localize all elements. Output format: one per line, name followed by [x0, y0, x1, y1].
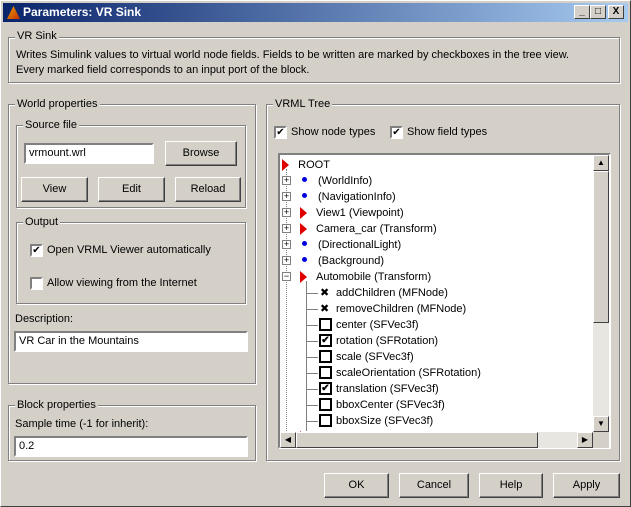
vrml-tree-label: VRML Tree [273, 98, 333, 110]
field-item[interactable]: ✖ addChildren (MFNode) [306, 285, 606, 301]
expand-icon[interactable]: + [282, 192, 291, 201]
cancel-button[interactable]: Cancel [399, 473, 469, 498]
node-triangle-icon [282, 159, 289, 172]
browse-button[interactable]: Browse [165, 141, 237, 166]
block-properties-label: Block properties [15, 399, 98, 411]
field-item[interactable]: bboxSize (SFVec3f) [306, 413, 606, 429]
field-label: rotation (SFRotation) [336, 335, 439, 347]
field-label: translation (SFVec3f) [336, 383, 439, 395]
field-checkbox[interactable] [319, 414, 332, 427]
close-button[interactable]: X [608, 5, 624, 19]
vrml-tree-view[interactable]: ROOT + (WorldInfo) + (NavigationInfo) + View1… [278, 153, 611, 449]
node-triangle-icon [300, 271, 307, 283]
maximize-button[interactable]: □ [590, 5, 606, 19]
open-viewer-checkbox[interactable]: ✔ [30, 244, 43, 257]
scroll-left-button[interactable]: ◀ [280, 432, 296, 448]
field-item[interactable]: scaleOrientation (SFRotation) [306, 365, 606, 381]
show-node-types-label: Show node types [291, 126, 376, 138]
field-label: bboxSize (SFVec3f) [336, 415, 434, 427]
description-label: Description: [15, 313, 74, 325]
open-viewer-label: Open VRML Viewer automatically [47, 244, 211, 256]
minimize-button[interactable]: _ [574, 5, 590, 19]
node-label: (WorldInfo) [318, 175, 373, 187]
show-field-types-checkbox[interactable]: ✔ [390, 126, 403, 139]
field-item[interactable]: ✖ removeChildren (MFNode) [306, 301, 606, 317]
field-label: center (SFVec3f) [336, 319, 419, 331]
node-label: View1 (Viewpoint) [316, 207, 404, 219]
node-dot-icon [302, 177, 307, 182]
source-file-label: Source file [23, 119, 79, 131]
field-checkbox[interactable]: ✔ [319, 334, 332, 347]
scroll-right-button[interactable]: ▶ [577, 432, 593, 448]
scroll-up-button[interactable]: ▲ [593, 155, 609, 171]
allow-internet-checkbox[interactable] [30, 277, 43, 290]
field-checkbox[interactable] [319, 350, 332, 363]
expand-icon[interactable]: + [282, 224, 291, 233]
node-label: (NavigationInfo) [318, 191, 396, 203]
field-label: scaleOrientation (SFRotation) [336, 367, 481, 379]
matlab-logo-icon [7, 6, 20, 19]
expand-icon[interactable]: + [282, 208, 291, 217]
root-label: ROOT [298, 159, 330, 171]
node-dot-icon [302, 257, 307, 262]
field-item[interactable]: center (SFVec3f) [306, 317, 606, 333]
node-dot-icon [302, 241, 307, 246]
field-checkbox[interactable]: ✔ [319, 382, 332, 395]
ok-button[interactable]: OK [324, 473, 389, 498]
edit-button[interactable]: Edit [98, 177, 165, 202]
vr-sink-group: VR Sink Writes Simulink values to virtua… [8, 30, 620, 83]
field-checkbox[interactable] [319, 318, 332, 331]
node-label: Camera_car (Transform) [316, 223, 437, 235]
node-label: (Background) [318, 255, 385, 267]
node-label: (DirectionalLight) [318, 239, 402, 251]
node-triangle-icon [300, 223, 307, 235]
source-file-input[interactable]: vrmount.wrl [24, 143, 154, 164]
expand-icon[interactable]: + [282, 256, 291, 265]
field-item[interactable]: scale (SFVec3f) [306, 349, 606, 365]
apply-button[interactable]: Apply [553, 473, 620, 498]
field-readonly-x-icon: ✖ [320, 287, 330, 299]
field-label: scale (SFVec3f) [336, 351, 414, 363]
reload-button[interactable]: Reload [175, 177, 241, 202]
world-properties-label: World properties [15, 98, 100, 110]
sample-time-label: Sample time (-1 for inherit): [15, 418, 149, 430]
horizontal-scroll-thumb[interactable] [296, 432, 538, 448]
show-field-types-label: Show field types [407, 126, 488, 138]
vr-sink-description: Writes Simulink values to virtual world … [16, 49, 570, 76]
help-button[interactable]: Help [479, 473, 543, 498]
show-node-types-checkbox[interactable]: ✔ [274, 126, 287, 139]
sample-time-input[interactable]: 0.2 [14, 436, 248, 457]
node-triangle-icon [300, 207, 307, 219]
expand-icon[interactable]: + [282, 176, 291, 185]
collapse-icon[interactable]: − [282, 272, 291, 281]
field-item[interactable]: ✔ translation (SFVec3f) [306, 381, 606, 397]
expand-icon[interactable]: + [282, 240, 291, 249]
field-readonly-x-icon: ✖ [320, 303, 330, 315]
output-group: Output [16, 216, 246, 304]
vr-sink-label: VR Sink [15, 30, 59, 42]
node-label: Automobile (Transform) [316, 271, 432, 283]
output-label: Output [23, 216, 61, 228]
node-dot-icon [302, 193, 307, 198]
view-button[interactable]: View [21, 177, 88, 202]
field-item[interactable]: ✔ rotation (SFRotation) [306, 333, 606, 349]
field-checkbox[interactable] [319, 366, 332, 379]
field-checkbox[interactable] [319, 398, 332, 411]
allow-internet-label: Allow viewing from the Internet [47, 277, 197, 289]
description-input[interactable]: VR Car in the Mountains [14, 331, 248, 352]
tree-root[interactable]: ROOT [282, 157, 330, 173]
field-item[interactable]: bboxCenter (SFVec3f) [306, 397, 606, 413]
field-label: removeChildren (MFNode) [336, 303, 467, 315]
field-label: bboxCenter (SFVec3f) [336, 399, 445, 411]
scroll-down-button[interactable]: ▼ [593, 416, 609, 432]
title-bar: Parameters: VR Sink [3, 3, 628, 22]
window-title: Parameters: VR Sink [23, 5, 142, 19]
field-label: addChildren (MFNode) [336, 287, 448, 299]
vertical-scroll-thumb[interactable] [593, 171, 609, 323]
